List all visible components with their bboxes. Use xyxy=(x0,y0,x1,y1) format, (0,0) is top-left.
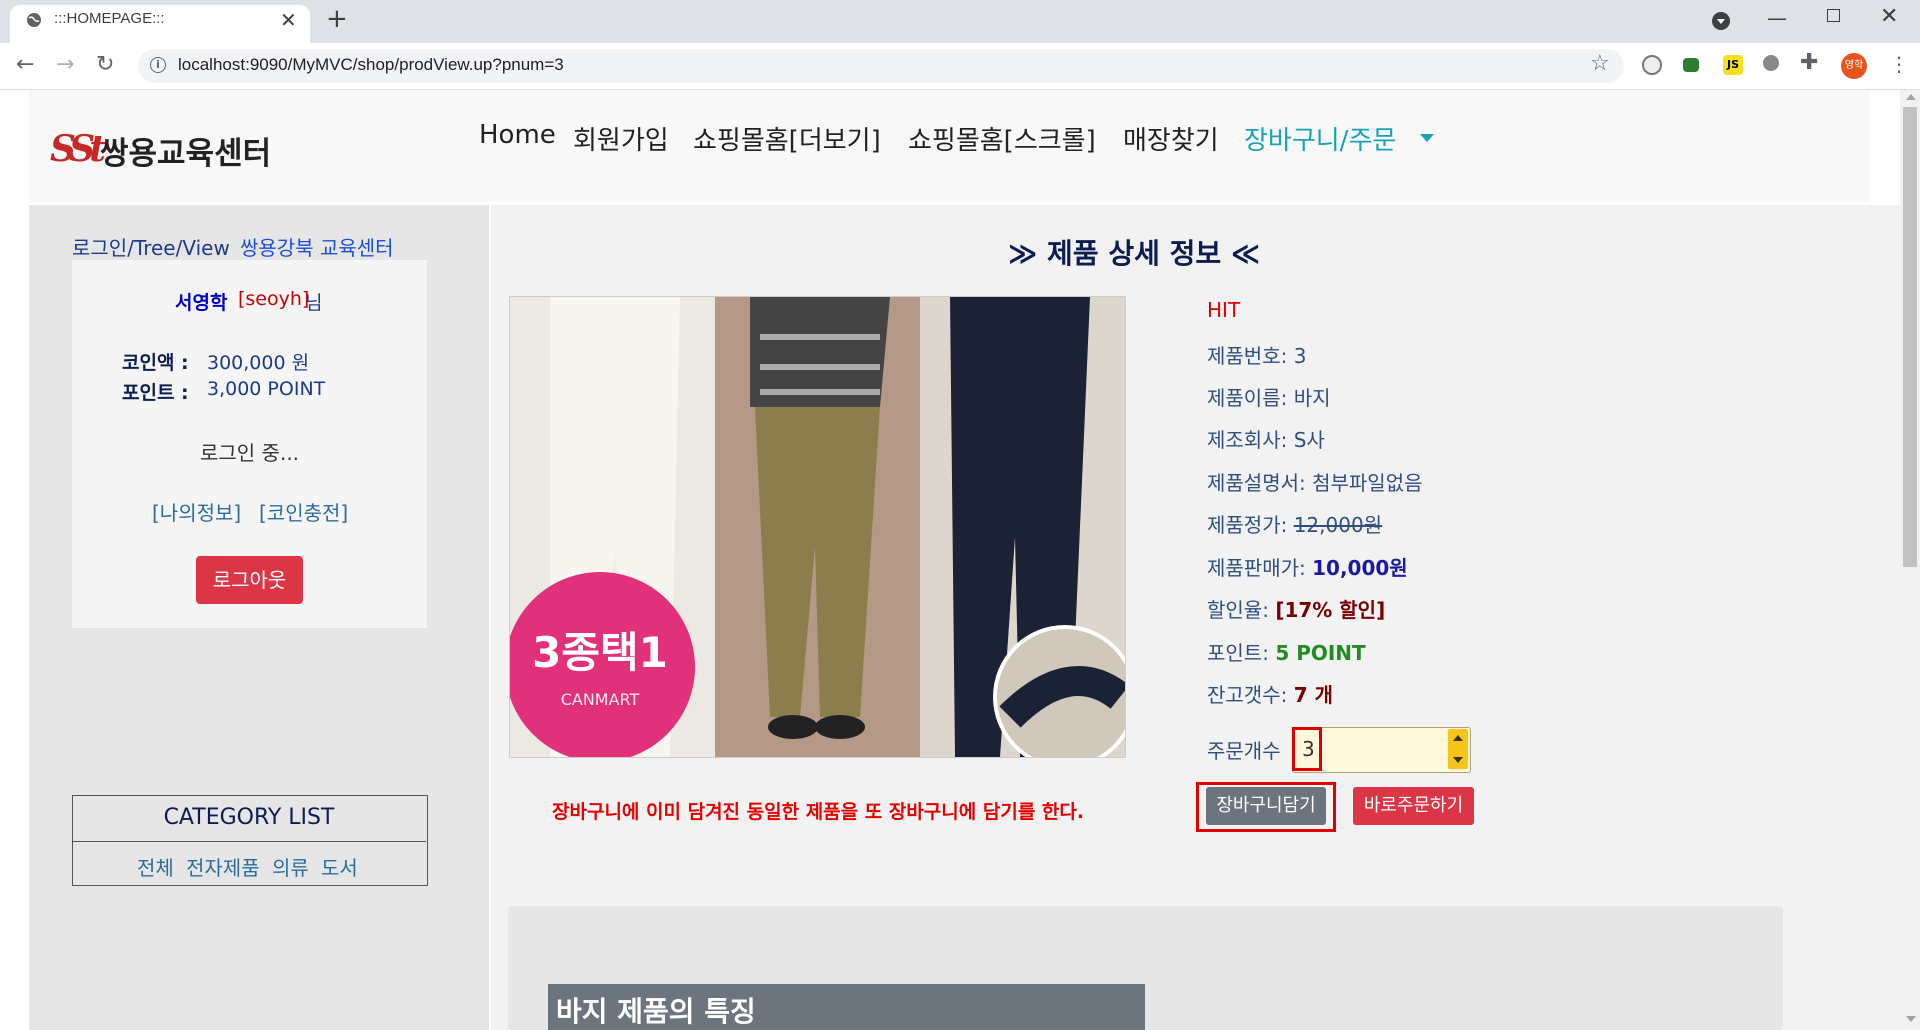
product-point-label: 포인트: xyxy=(1207,641,1269,665)
order-now-button[interactable]: 바로주문하기 xyxy=(1353,787,1474,825)
globe-icon xyxy=(27,13,41,27)
coin-charge-link[interactable]: [코인충전] xyxy=(259,497,348,526)
product-price-label: 제품정가: xyxy=(1207,513,1288,537)
product-point-value: 5 POINT xyxy=(1275,641,1366,665)
product-price-row: 제품정가: 12,000원 xyxy=(1207,509,1382,538)
product-manual-row: 제품설명서: 첨부파일없음 xyxy=(1207,467,1423,496)
user-suffix: 님 xyxy=(305,292,323,314)
nav-shop-more[interactable]: 쇼핑몰홈[더보기] xyxy=(693,120,881,157)
minimize-icon[interactable]: — xyxy=(1767,6,1787,30)
tab-search-icon[interactable] xyxy=(1712,12,1730,30)
window-close-icon[interactable]: ✕ xyxy=(1880,4,1898,29)
product-discount-row: 할인율: [17% 할인] xyxy=(1207,594,1385,623)
scroll-down-icon[interactable] xyxy=(1906,1016,1916,1022)
point-value: 3,000 POINT xyxy=(207,378,326,400)
product-discount-value: [17% 할인] xyxy=(1275,598,1386,622)
tab-title: :::HOMEPAGE::: xyxy=(54,10,165,27)
duplicate-cart-warning: 장바구니에 이미 담겨진 동일한 제품을 또 장바구니에 담기를 한다. xyxy=(552,801,1085,823)
product-number-row: 제품번호: 3 xyxy=(1207,340,1306,369)
category-books[interactable]: 도서 xyxy=(321,852,358,881)
feature-title: 바지 제품의 특징 xyxy=(556,995,756,1028)
user-id: [seoyh] xyxy=(238,288,310,310)
product-spec: HIT xyxy=(1207,298,1241,322)
extensions-puzzle-icon[interactable]: ✚ xyxy=(1800,50,1818,75)
extension-bug-icon[interactable] xyxy=(1763,55,1779,71)
product-company-row: 제조회사: S사 xyxy=(1207,424,1325,453)
page-title: ≫ 제품 상세 정보 ≪ xyxy=(1008,237,1261,270)
quantity-label: 주문개수 xyxy=(1207,739,1281,763)
forward-icon[interactable]: → xyxy=(56,52,74,77)
extension-js-icon[interactable]: JS xyxy=(1723,55,1743,75)
reload-icon[interactable]: ↻ xyxy=(96,52,114,77)
extension-screen-icon[interactable] xyxy=(1683,58,1699,72)
bookmark-star-icon[interactable]: ☆ xyxy=(1590,51,1610,76)
product-stock-value: 7 개 xyxy=(1293,683,1333,707)
nav-shop-scroll[interactable]: 쇼핑몰홈[스크롤] xyxy=(908,120,1096,157)
back-icon[interactable]: ← xyxy=(16,52,34,77)
scroll-up-icon[interactable] xyxy=(1906,94,1916,100)
add-to-cart-button[interactable]: 장바구니담기 xyxy=(1206,787,1326,825)
product-price-value: 12,000원 xyxy=(1293,513,1383,537)
my-info-link[interactable]: [나의정보] xyxy=(152,497,241,526)
sidebar-center-link[interactable]: 쌍용강북 교육센터 xyxy=(240,232,394,261)
logo-text[interactable]: 쌍용교육센터 xyxy=(100,128,271,173)
product-name-row: 제품이름: 바지 xyxy=(1207,382,1331,411)
kebab-menu-icon[interactable]: ⋮ xyxy=(1889,52,1909,76)
product-point-row: 포인트: 5 POINT xyxy=(1207,637,1366,666)
product-company-value: S사 xyxy=(1293,428,1325,452)
coin-label: 코인액 : xyxy=(122,352,189,374)
url-text[interactable]: localhost:9090/MyMVC/shop/prodView.up?pn… xyxy=(178,55,564,75)
nav-cart-order[interactable]: 장바구니/주문 xyxy=(1244,120,1396,157)
user-name: 서영학 xyxy=(175,292,228,314)
product-photo: 3종택1 CANMART xyxy=(510,297,1125,757)
info-icon[interactable]: i xyxy=(150,57,166,73)
sidebar-title: 로그인/Tree/View xyxy=(72,236,230,260)
product-stock-row: 잔고갯수: 7 개 xyxy=(1207,679,1333,708)
product-manual-value: 첨부파일없음 xyxy=(1312,471,1423,495)
product-name-value: 바지 xyxy=(1293,386,1331,410)
nav-home[interactable]: Home xyxy=(479,120,556,150)
image-badge-text: 3종택1 xyxy=(532,628,668,677)
product-number-label: 제품번호: xyxy=(1207,344,1288,368)
product-sale-row: 제품판매가: 10,000원 xyxy=(1207,552,1408,581)
image-brand-text: CANMART xyxy=(561,690,640,709)
product-sale-label: 제품판매가: xyxy=(1207,556,1306,580)
extension-search-icon[interactable] xyxy=(1642,55,1662,75)
coin-value: 300,000 원 xyxy=(207,352,310,374)
nav-store-finder[interactable]: 매장찾기 xyxy=(1123,120,1219,157)
category-electronics[interactable]: 전자제품 xyxy=(186,852,260,881)
category-clothing[interactable]: 의류 xyxy=(272,852,309,881)
product-sale-value: 10,000원 xyxy=(1312,556,1408,580)
product-stock-label: 잔고갯수: xyxy=(1207,683,1288,707)
quantity-highlight-box xyxy=(1292,727,1322,771)
logout-button[interactable]: 로그아웃 xyxy=(196,556,303,604)
product-number-value: 3 xyxy=(1293,344,1307,368)
logo-mark[interactable]: SSt xyxy=(50,128,106,170)
category-title: CATEGORY LIST xyxy=(72,795,426,842)
product-name-label: 제품이름: xyxy=(1207,386,1288,410)
spin-down-icon[interactable] xyxy=(1453,757,1463,763)
product-discount-label: 할인율: xyxy=(1207,598,1269,622)
nav-register[interactable]: 회원가입 xyxy=(573,120,669,157)
category-all[interactable]: 전체 xyxy=(137,852,174,881)
point-label: 포인트 : xyxy=(122,382,189,404)
profile-avatar[interactable]: 영학 xyxy=(1841,53,1867,79)
product-manual-label: 제품설명서: xyxy=(1207,471,1306,495)
product-image: 3종택1 CANMART xyxy=(509,296,1126,758)
caret-down-icon[interactable] xyxy=(1420,134,1434,142)
spin-up-icon[interactable] xyxy=(1453,735,1463,741)
login-status: 로그인 중... xyxy=(200,441,300,465)
product-company-label: 제조회사: xyxy=(1207,428,1288,452)
new-tab-icon[interactable]: + xyxy=(326,4,348,34)
scroll-thumb[interactable] xyxy=(1903,107,1917,567)
close-icon[interactable]: ✕ xyxy=(280,8,297,32)
restore-icon[interactable] xyxy=(1827,9,1840,22)
